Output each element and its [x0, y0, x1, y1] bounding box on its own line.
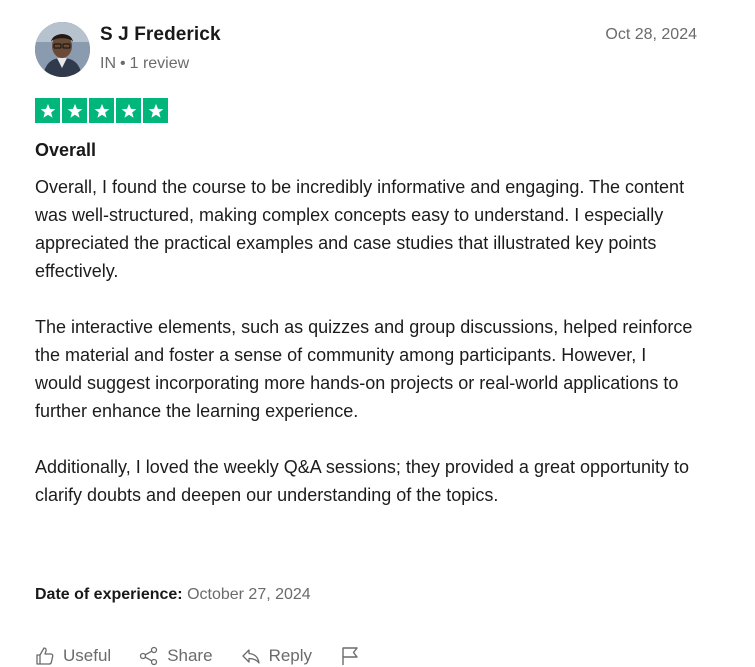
experience-date: October 27, 2024: [187, 586, 311, 603]
reviewer-review-count[interactable]: 1 review: [130, 55, 190, 72]
share-label: Share: [167, 646, 213, 665]
review-body: Overall, I found the course to be incred…: [35, 173, 695, 509]
meta-separator: •: [120, 55, 126, 72]
reviewer-country: IN: [100, 55, 116, 72]
avatar[interactable]: [35, 22, 90, 77]
review-date: Oct 28, 2024: [605, 26, 697, 43]
useful-button[interactable]: Useful: [35, 646, 111, 666]
review-actions: Useful Share Reply: [35, 646, 396, 666]
star-icon: [143, 98, 168, 123]
review-paragraph: The interactive elements, such as quizze…: [35, 317, 693, 421]
avatar-photo: [35, 22, 90, 77]
star-icon: [62, 98, 87, 123]
share-button[interactable]: Share: [139, 646, 213, 666]
review-card: S J Frederick IN • 1 review Oct 28, 2024 O…: [0, 0, 755, 667]
share-icon: [140, 646, 158, 666]
review-paragraph: Additionally, I loved the weekly Q&A ses…: [35, 457, 690, 505]
reply-icon: [241, 649, 260, 664]
review-paragraph: Overall, I found the course to be incred…: [35, 177, 685, 281]
reviewer-meta: IN • 1 review: [100, 55, 189, 73]
useful-label: Useful: [63, 646, 112, 665]
reviewer-name[interactable]: S J Frederick: [100, 24, 221, 46]
experience-label: Date of experience:: [35, 586, 183, 603]
review-title: Overall: [35, 140, 97, 160]
reply-button[interactable]: Reply: [241, 646, 312, 666]
star-icon: [35, 98, 60, 123]
reply-label: Reply: [268, 646, 313, 665]
star-icon: [116, 98, 141, 123]
star-rating: [35, 98, 168, 123]
report-button[interactable]: [340, 646, 368, 666]
thumbs-up-icon: [36, 647, 54, 665]
flag-icon: [342, 647, 358, 665]
date-of-experience: Date of experience: October 27, 2024: [35, 586, 311, 604]
star-icon: [89, 98, 114, 123]
